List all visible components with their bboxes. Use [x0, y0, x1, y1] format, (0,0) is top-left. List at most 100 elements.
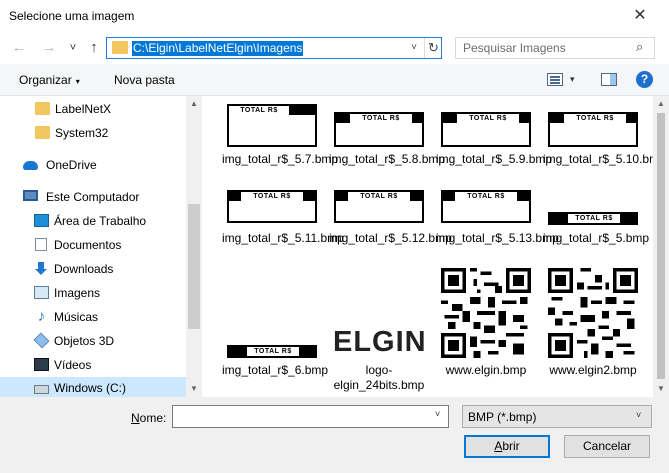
file-thumbnail: TOTAL R$ [334, 190, 424, 223]
up-arrow-icon[interactable]: ↑ [85, 40, 103, 56]
desktop-icon [34, 214, 49, 227]
filename-dropdown-icon[interactable]: ˅ [435, 409, 440, 419]
back-arrow-icon[interactable]: ← [10, 40, 28, 56]
search-icon[interactable]: ⌕ [636, 39, 643, 55]
filename-input[interactable]: ˅ [172, 405, 449, 428]
filetype-dropdown-icon: ˅ [636, 410, 642, 420]
sidebar-item-label: Downloads [54, 262, 114, 276]
documents-icon [35, 238, 47, 251]
sidebar-item-documentos[interactable]: Documentos [0, 234, 186, 256]
computer-icon [23, 190, 38, 201]
thumbnail-text: TOTAL R$ [457, 114, 519, 123]
file-name: img_total_r$_5.9.bmp [436, 152, 553, 166]
cancel-button[interactable]: Cancelar [564, 435, 650, 458]
recent-locations-dropdown-icon[interactable]: ˅ [64, 40, 82, 56]
organize-label: Organizar [19, 73, 72, 87]
sidebar-item-system32[interactable]: System32 [0, 122, 186, 144]
content-scrollbar[interactable]: ▲ ▼ [653, 96, 669, 397]
scrollbar-thumb[interactable] [188, 204, 200, 329]
open-button[interactable]: Abrir [464, 435, 550, 458]
file-thumbnail: TOTAL R$ [548, 112, 638, 147]
chevron-down-icon: ▾ [75, 77, 80, 86]
sidebar-item-windows-c[interactable]: Windows (C:) [0, 377, 186, 397]
address-bar[interactable]: C:\Elgin\LabelNetElgin\Imagens ˅ ↻ [106, 37, 442, 59]
command-toolbar: Organizar ▾ Nova pasta ▾ ? [0, 64, 669, 96]
filename-label-rest: ome: [139, 411, 167, 425]
sidebar-item-label: LabelNetX [55, 102, 112, 116]
thumbnail-text: TOTAL R$ [348, 192, 410, 201]
file-name: img_total_r$_5.bmp [543, 231, 650, 245]
file-name: www.elgin2.bmp [549, 363, 637, 377]
scroll-down-icon[interactable]: ▼ [657, 384, 665, 393]
refresh-icon[interactable]: ↻ [425, 39, 442, 57]
file-name: logo-elgin_24bits.bmp [333, 363, 425, 392]
open-button-label: brir [502, 439, 520, 453]
window-title: Selecione uma imagem [9, 9, 135, 23]
elgin-logo-thumbnail: ELGIN [333, 326, 427, 358]
thumbnail-text: TOTAL R$ [229, 106, 289, 115]
file-name: www.elgin.bmp [445, 363, 527, 377]
file-grid: TOTAL R$ img_total_r$_5.7.bmp TOTAL R$ i… [202, 96, 653, 397]
new-folder-button[interactable]: Nova pasta [114, 73, 175, 87]
qr-code-thumbnail [441, 268, 531, 358]
sidebar-item-label: Objetos 3D [54, 334, 115, 348]
sidebar-item-este-computador[interactable]: Este Computador [0, 186, 186, 208]
filename-label: Nome: [131, 411, 166, 425]
address-dropdown-icon[interactable]: ˅ [407, 40, 421, 56]
sidebar-item-objetos-3d[interactable]: Objetos 3D [0, 330, 186, 352]
scroll-up-icon[interactable]: ▲ [657, 99, 665, 108]
pictures-icon [34, 286, 49, 299]
file-thumbnail: TOTAL R$ [548, 212, 638, 225]
scrollbar-thumb[interactable] [657, 113, 665, 379]
sidebar-item-label: Músicas [54, 310, 99, 324]
videos-icon [34, 358, 49, 371]
sidebar-item-label: Imagens [54, 286, 101, 300]
scroll-down-icon[interactable]: ▼ [190, 384, 198, 393]
title-bar: Selecione uma imagem ✕ [0, 0, 669, 32]
objects3d-icon [33, 332, 50, 349]
sidebar-item-label: Windows (C:) [54, 381, 127, 395]
file-name: img_total_r$_5.10.bmp [543, 152, 653, 166]
search-input[interactable]: Pesquisar Imagens ⌕ [455, 37, 655, 59]
file-name: img_total_r$_5.7.bmp [222, 152, 339, 166]
sidebar-item-label: Vídeos [54, 358, 92, 372]
sidebar-item-downloads[interactable]: Downloads [0, 258, 186, 280]
search-placeholder: Pesquisar Imagens [463, 41, 566, 55]
preview-pane-icon[interactable] [601, 73, 617, 86]
file-name: img_total_r$_5.12.bmp [329, 231, 452, 245]
thumbnail-text: TOTAL R$ [350, 114, 412, 123]
view-dropdown-icon[interactable]: ▾ [570, 74, 575, 85]
help-icon[interactable]: ? [636, 71, 653, 88]
sidebar-item-onedrive[interactable]: OneDrive [0, 154, 186, 176]
close-icon[interactable]: ✕ [628, 5, 652, 27]
address-path[interactable]: C:\Elgin\LabelNetElgin\Imagens [132, 41, 304, 56]
view-options-icon[interactable] [547, 73, 563, 86]
filetype-select[interactable]: BMP (*.bmp) ˅ [462, 405, 652, 428]
sidebar-item-label: Este Computador [46, 190, 140, 204]
onedrive-icon [23, 161, 38, 170]
sidebar-item-label: Documentos [54, 238, 122, 252]
thumbnail-text: TOTAL R$ [247, 347, 299, 356]
sidebar-item-musicas[interactable]: ♪ Músicas [0, 306, 186, 328]
sidebar-item-videos[interactable]: Vídeos [0, 354, 186, 376]
file-thumbnail: TOTAL R$ [334, 112, 424, 147]
organize-menu-button[interactable]: Organizar ▾ [19, 73, 80, 87]
file-name: img_total_r$_5.13.bmp [436, 231, 559, 245]
thumbnail-text: TOTAL R$ [564, 114, 626, 123]
filename-label-accesskey: N [131, 411, 140, 425]
file-thumbnail: TOTAL R$ [227, 345, 317, 358]
dialog-footer: Nome: ˅ BMP (*.bmp) ˅ Abrir Cancelar [0, 397, 669, 473]
filetype-value: BMP (*.bmp) [468, 410, 537, 424]
thumbnail-text: TOTAL R$ [568, 214, 620, 223]
sidebar-item-label: Área de Trabalho [54, 214, 147, 228]
sidebar-item-imagens[interactable]: Imagens [0, 282, 186, 304]
scroll-up-icon[interactable]: ▲ [190, 99, 198, 108]
folder-icon [112, 41, 128, 54]
sidebar-scrollbar[interactable]: ▲ ▼ [186, 96, 202, 397]
thumbnail-text: TOTAL R$ [241, 192, 303, 201]
downloads-icon [34, 262, 48, 275]
folder-icon [35, 102, 50, 115]
forward-arrow-icon[interactable]: → [40, 40, 58, 56]
sidebar-item-area-de-trabalho[interactable]: Área de Trabalho [0, 210, 186, 232]
sidebar-item-labelnetx[interactable]: LabelNetX [0, 98, 186, 120]
